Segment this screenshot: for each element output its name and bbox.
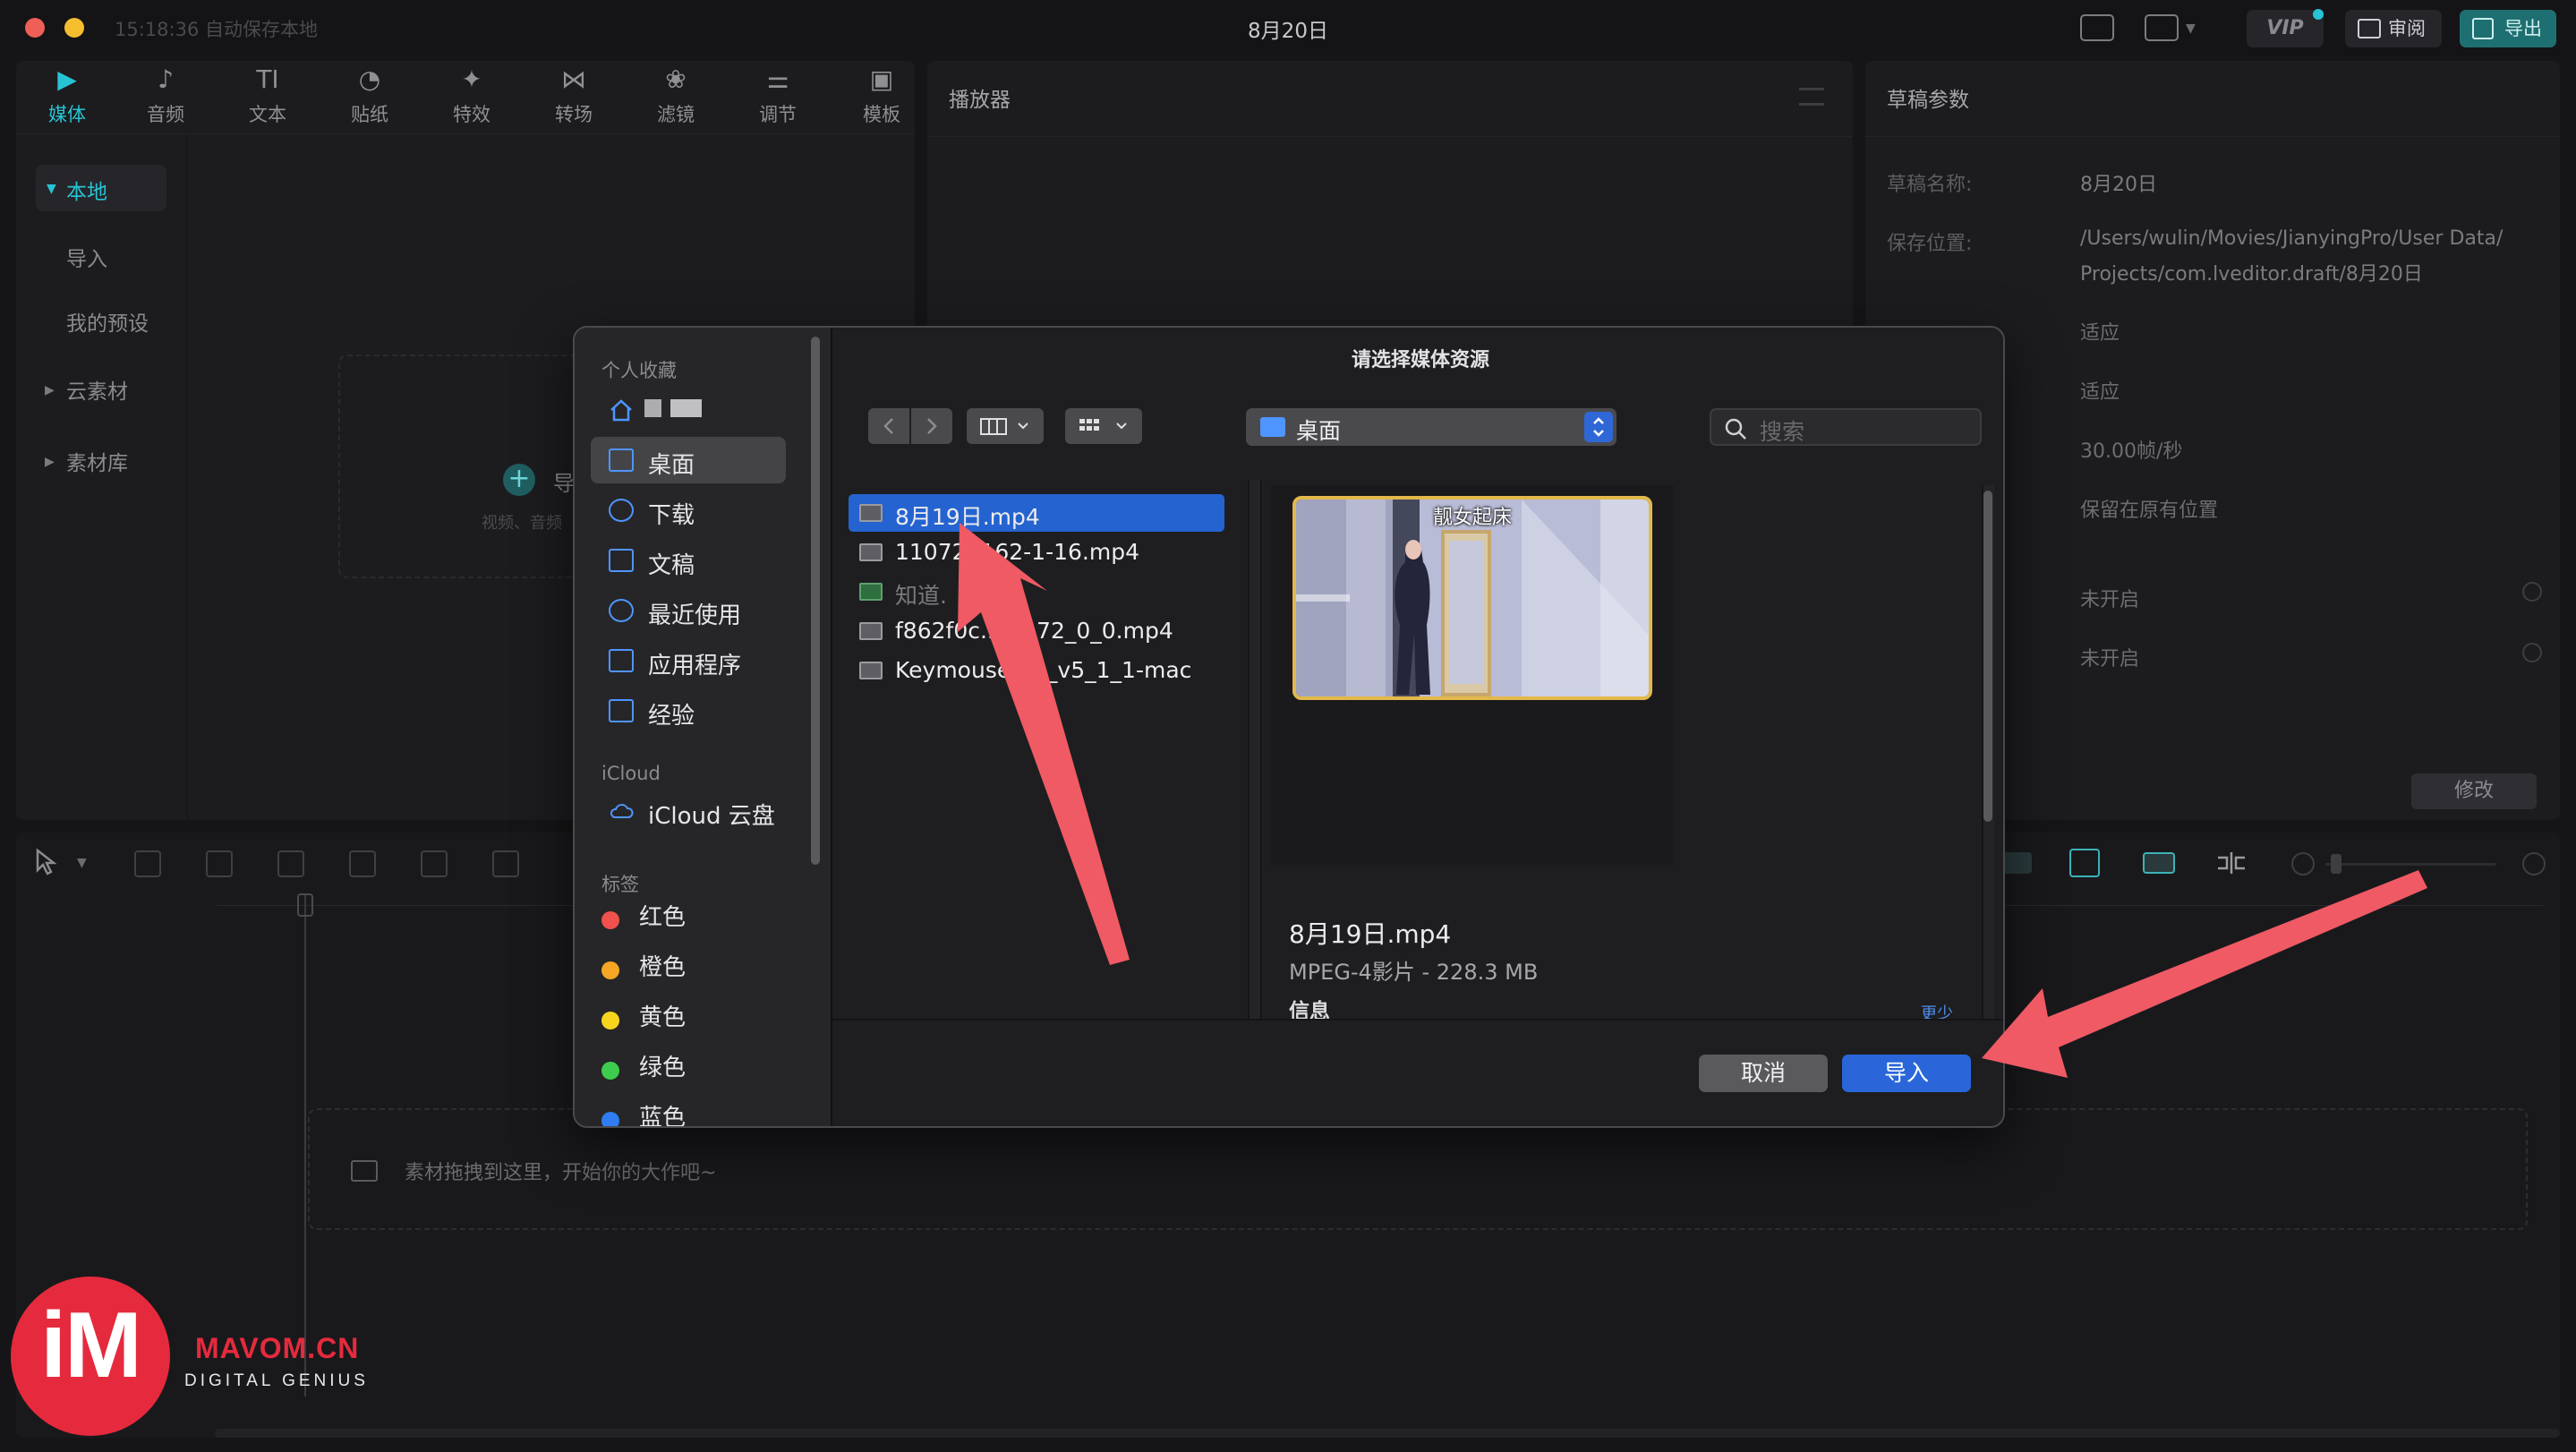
watermark-site: MAVOM.CN (195, 1332, 360, 1364)
annotation-arrows (958, 523, 2427, 1078)
app-window: 15:18:36 自动保存本地 8月20日 ▼ VIP 审阅 导出 ▶ 媒体 ♪ 音频… (0, 0, 2576, 1452)
watermark-logo-text: iM (40, 1294, 142, 1397)
arrow-to-import-button (1982, 870, 2427, 1078)
arrow-to-file (958, 523, 1130, 965)
watermark-tagline: DIGITAL GENIUS (184, 1371, 369, 1390)
